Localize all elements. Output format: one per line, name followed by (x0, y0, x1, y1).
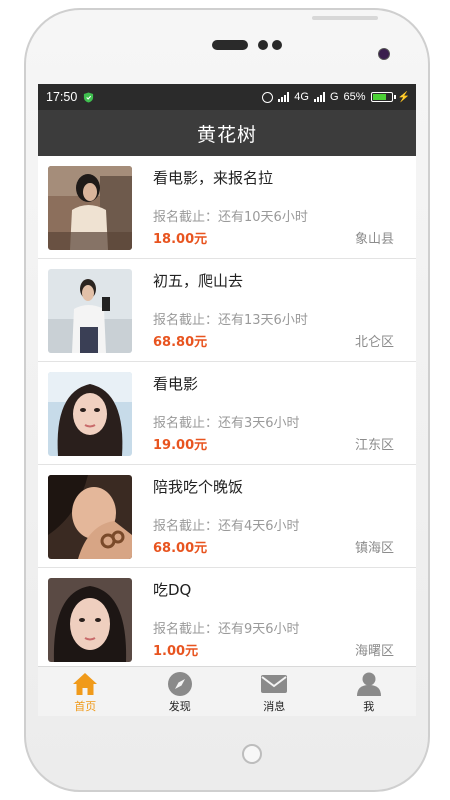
shield-icon (84, 91, 94, 103)
event-item[interactable]: 看电影 报名截止：还有3天6小时 19.00元 江东区 (38, 362, 416, 465)
event-price: 19.00元 (153, 438, 208, 453)
event-price: 68.00元 (153, 541, 208, 556)
home-button[interactable] (242, 744, 262, 764)
event-item[interactable]: 吃DQ 报名截止：还有9天6小时 1.00元 海曙区 (38, 568, 416, 666)
photo-woman-cooking (48, 166, 132, 250)
charging-icon: ⚡ (397, 91, 410, 103)
event-photo (48, 475, 132, 559)
event-title: 初五，爬山去 (153, 272, 244, 290)
tab-home-label: 首页 (74, 699, 97, 713)
tab-messages-label: 消息 (263, 699, 286, 713)
tab-discover-label: 发现 (168, 699, 191, 713)
event-photo (48, 269, 132, 353)
event-deadline: 报名截止：还有9天6小时 (153, 622, 300, 637)
event-price: 68.80元 (153, 335, 208, 350)
photo-man-selfie (48, 269, 132, 353)
event-title: 看电影 (153, 375, 199, 393)
compass-icon (167, 671, 192, 696)
event-deadline: 报名截止：还有10天6小时 (153, 210, 308, 225)
event-area: 象山县 (354, 232, 394, 247)
tab-messages[interactable]: 消息 (227, 667, 322, 716)
signal-icon (278, 92, 290, 102)
network-type-primary: 4G (294, 91, 309, 103)
battery-icon (370, 92, 396, 102)
tab-me-label: 我 (363, 699, 375, 713)
event-item[interactable]: 初五，爬山去 报名截止：还有13天6小时 68.80元 北仑区 (38, 259, 416, 362)
event-area: 海曙区 (354, 644, 394, 659)
event-title: 看电影，来报名拉 (153, 169, 274, 187)
event-item[interactable]: 看电影，来报名拉 报名截止：还有10天6小时 18.00元 象山县 (38, 156, 416, 259)
event-deadline: 报名截止：还有13天6小时 (153, 313, 308, 328)
front-camera (378, 48, 390, 60)
event-deadline: 报名截止：还有3天6小时 (153, 416, 300, 431)
event-item[interactable]: 陪我吃个晚饭 报名截止：还有4天6小时 68.00元 镇海区 (38, 465, 416, 568)
front-sensor-left (258, 40, 268, 50)
app-screen: 17:50 4G G 65% ⚡ 黄花树 看电影，来报名拉 报名截止：还有10天… (38, 84, 416, 716)
power-button (312, 16, 378, 20)
tab-me[interactable]: 我 (322, 667, 417, 716)
photo-woman-closeup (48, 578, 132, 662)
status-bar: 17:50 4G G 65% ⚡ (38, 84, 416, 110)
front-sensor-right (272, 40, 282, 50)
event-deadline: 报名截止：还有4天6小时 (153, 519, 300, 534)
network-type-secondary: G (329, 91, 339, 103)
event-photo (48, 372, 132, 456)
signal-icon-secondary (313, 92, 325, 102)
tab-discover[interactable]: 发现 (133, 667, 228, 716)
photo-woman-hand (48, 475, 132, 559)
event-price: 1.00元 (153, 644, 199, 659)
event-photo (48, 166, 132, 250)
page-title: 黄花树 (38, 110, 416, 156)
bottom-tab-bar: 首页 发现 消息 我 (38, 666, 416, 716)
event-price: 18.00元 (153, 232, 208, 247)
alarm-icon (262, 91, 274, 103)
home-icon (73, 672, 98, 695)
event-area: 北仑区 (354, 335, 394, 350)
user-icon (356, 672, 381, 696)
event-area: 江东区 (354, 438, 394, 453)
speaker-grille (212, 40, 248, 50)
photo-woman-portrait (48, 372, 132, 456)
tab-home[interactable]: 首页 (38, 667, 133, 716)
mail-icon (261, 674, 288, 693)
battery-percent: 65% (343, 91, 366, 103)
status-time: 17:50 (46, 90, 78, 104)
event-list[interactable]: 看电影，来报名拉 报名截止：还有10天6小时 18.00元 象山县 初五，爬山去… (38, 156, 416, 666)
event-title: 陪我吃个晚饭 (153, 478, 244, 496)
event-title: 吃DQ (153, 581, 192, 599)
event-photo (48, 578, 132, 662)
event-area: 镇海区 (354, 541, 394, 556)
